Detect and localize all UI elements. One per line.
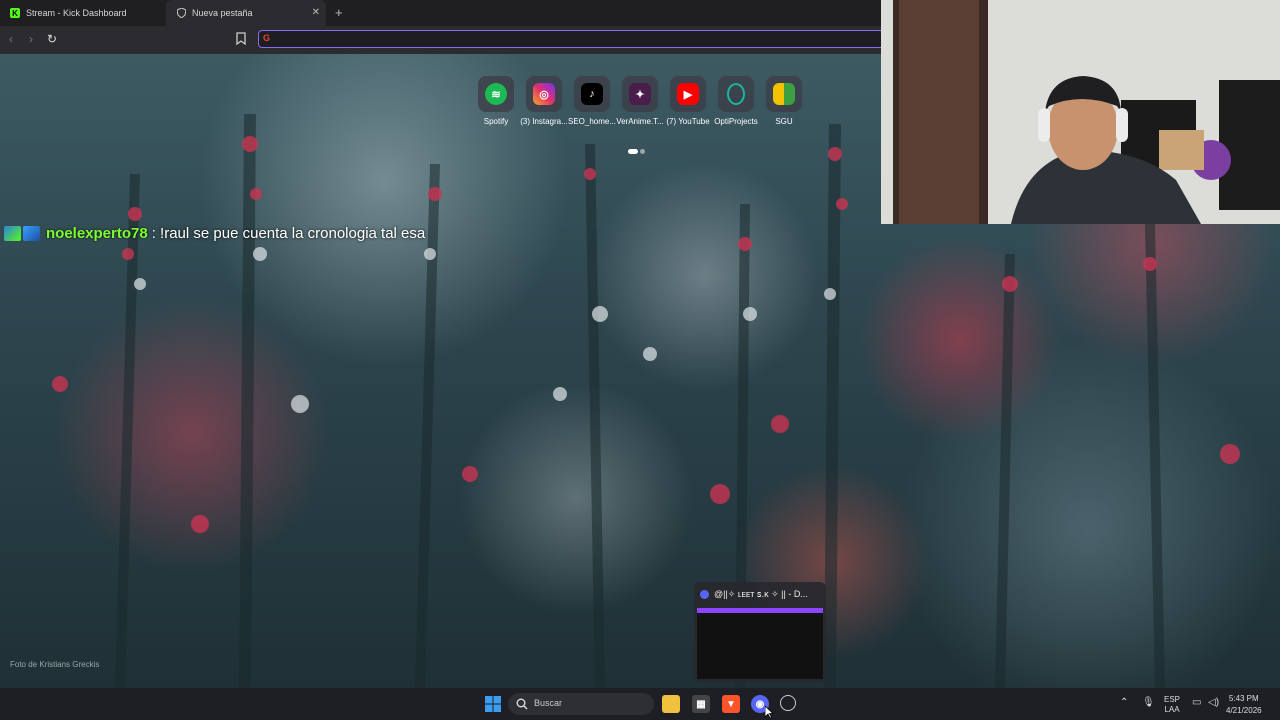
windows-taskbar: Buscar ▦ ▼ ◉ ⌃ 🎙 ESP LAA ▭ ◁) 5:43 PM 4/… bbox=[0, 688, 1280, 720]
chat-overlay-message: noelexperto78 : !raul se pue cuenta la c… bbox=[4, 222, 425, 244]
brave-browser-icon[interactable]: ▼ bbox=[722, 695, 740, 713]
microsoft-store-icon[interactable]: ▦ bbox=[692, 695, 710, 713]
display-icon[interactable]: ▭ bbox=[1192, 697, 1201, 708]
preview-thumbnail[interactable] bbox=[697, 608, 823, 679]
webcam-person-image bbox=[881, 0, 1280, 224]
taskbar-search[interactable]: Buscar bbox=[508, 693, 654, 715]
tab-title: Stream - Kick Dashboard bbox=[26, 8, 127, 18]
shortcut-page-dots[interactable] bbox=[628, 141, 647, 159]
close-tab-icon[interactable]: ✕ bbox=[312, 7, 320, 18]
shortcut-label: SEO_home... bbox=[568, 117, 616, 126]
back-arrow-icon[interactable]: ‹ bbox=[9, 32, 13, 46]
taskbar-window-preview[interactable]: @||✧ ʟᴇᴇᴛ ꜱ.ᴋ ✧ || - D... bbox=[694, 582, 826, 682]
shortcut-label: OptiProjects bbox=[714, 117, 758, 126]
chat-username: noelexperto78 bbox=[46, 224, 148, 242]
clock-time: 5:43 PM bbox=[1228, 694, 1259, 703]
tab-new-tab[interactable]: Nueva pestaña ✕ bbox=[166, 0, 326, 26]
browser-toolbar: ‹ › ↻ G bbox=[0, 26, 898, 54]
kick-icon: K bbox=[10, 8, 20, 18]
windows-start-icon[interactable] bbox=[484, 695, 502, 713]
veranime-icon: ✦ bbox=[629, 83, 651, 105]
tab-title: Nueva pestaña bbox=[192, 8, 253, 18]
page-dot[interactable] bbox=[628, 149, 638, 154]
google-icon: G bbox=[263, 33, 271, 43]
browser-tab-strip: K Stream - Kick Dashboard Nueva pestaña … bbox=[0, 0, 881, 26]
shortcut-youtube[interactable]: ▶ (7) YouTube bbox=[664, 76, 712, 126]
sgu-icon bbox=[773, 83, 795, 105]
app-taskbar-icon[interactable] bbox=[780, 695, 796, 711]
subscriber-badge-icon bbox=[4, 225, 21, 241]
tab-kick-dashboard[interactable]: K Stream - Kick Dashboard bbox=[0, 0, 166, 26]
language-indicator[interactable]: ESP LAA bbox=[1164, 695, 1180, 715]
microphone-icon[interactable]: 🎙 bbox=[1142, 697, 1155, 708]
instagram-icon: ◎ bbox=[533, 83, 555, 105]
reload-icon[interactable]: ↻ bbox=[47, 32, 57, 46]
keyboard-layout: LAA bbox=[1164, 705, 1180, 714]
shortcut-label: Spotify bbox=[483, 117, 509, 126]
speaker-icon[interactable]: ◁) bbox=[1208, 697, 1219, 708]
shield-icon bbox=[176, 8, 186, 18]
chat-message-text: : !raul se pue cuenta la cronologia tal … bbox=[151, 224, 426, 242]
photo-credit[interactable]: Foto de Kristians Greckis bbox=[10, 660, 99, 669]
shortcut-sgu[interactable]: SGU bbox=[760, 76, 808, 126]
page-dot[interactable] bbox=[640, 149, 645, 154]
tiktok-icon: ♪ bbox=[581, 83, 603, 105]
shortcut-tiktok[interactable]: ♪ SEO_home... bbox=[568, 76, 616, 126]
bookmark-icon[interactable] bbox=[236, 32, 246, 46]
chevron-up-icon[interactable]: ⌃ bbox=[1120, 697, 1128, 708]
shortcut-label: VerAnime.T... bbox=[616, 117, 664, 126]
spotify-icon: ≋ bbox=[485, 83, 507, 105]
clock-date: 4/21/2026 bbox=[1226, 706, 1262, 715]
new-tab-plus-icon[interactable]: + bbox=[335, 5, 343, 20]
shortcut-optiprojects[interactable]: OptiProjects bbox=[712, 76, 760, 126]
language-code: ESP bbox=[1164, 695, 1181, 704]
address-input[interactable] bbox=[277, 32, 881, 47]
shortcut-label: (3) Instagra... bbox=[520, 117, 568, 126]
webcam-feed bbox=[881, 0, 1280, 224]
search-placeholder: Buscar bbox=[534, 698, 563, 708]
shortcut-label: (7) YouTube bbox=[666, 117, 710, 126]
shortcut-label: SGU bbox=[775, 117, 793, 126]
gift-badge-icon bbox=[23, 225, 40, 241]
mouse-cursor-icon bbox=[765, 706, 774, 719]
address-bar[interactable]: G bbox=[258, 30, 898, 48]
preview-title: @||✧ ʟᴇᴇᴛ ꜱ.ᴋ ✧ || - D... bbox=[714, 589, 808, 599]
shortcut-veranime[interactable]: ✦ VerAnime.T... bbox=[616, 76, 664, 126]
taskbar-clock[interactable]: 5:43 PM 4/21/2026 bbox=[1226, 693, 1262, 717]
shortcut-instagram[interactable]: ◎ (3) Instagra... bbox=[520, 76, 568, 126]
search-icon bbox=[516, 697, 528, 715]
file-explorer-icon[interactable] bbox=[662, 695, 680, 713]
shortcut-spotify[interactable]: ≋ Spotify bbox=[472, 76, 520, 126]
discord-icon bbox=[700, 590, 709, 599]
optiprojects-icon bbox=[727, 83, 745, 105]
forward-arrow-icon[interactable]: › bbox=[29, 32, 33, 46]
youtube-icon: ▶ bbox=[677, 83, 699, 105]
